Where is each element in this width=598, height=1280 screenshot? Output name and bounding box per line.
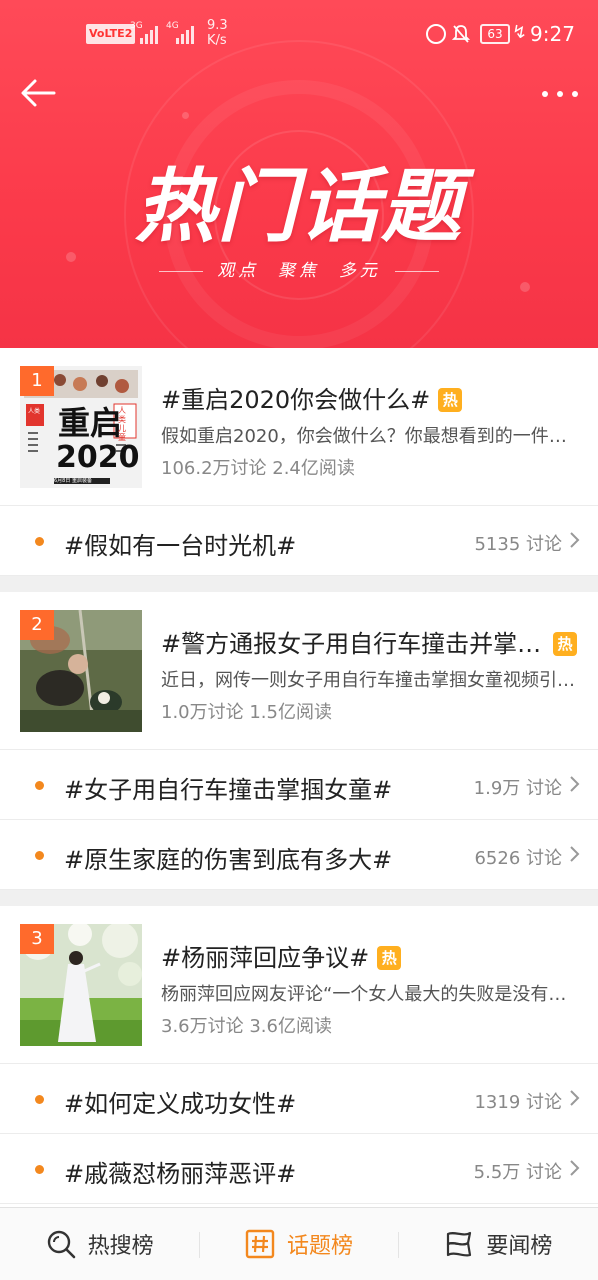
topic-title: #杨丽萍回应争议# 热 bbox=[161, 938, 581, 973]
back-button[interactable] bbox=[18, 72, 60, 114]
discussion-count: 5.5万 讨论 bbox=[473, 1162, 562, 1183]
arrow-left-icon bbox=[21, 79, 56, 107]
related-topic-item[interactable]: #如何定义成功女性# 1319 讨论 bbox=[0, 1064, 598, 1134]
topic-card[interactable]: 3 #杨丽萍回应争议# 热 杨丽萍回应网友评论“一个女人最大的失败是没有孩子” 3… bbox=[0, 906, 598, 1064]
topic-description: 近日，网传一则女子用自行车撞击掌掴女童视频引发关注 bbox=[161, 670, 581, 691]
tab-label: 话题榜 bbox=[286, 1234, 353, 1259]
poster-year: 2020 bbox=[56, 440, 140, 475]
dot-icon bbox=[542, 91, 548, 97]
bullet-dot bbox=[35, 1165, 44, 1174]
related-topic-label: #戚薇怼杨丽萍恶评# bbox=[64, 1160, 297, 1188]
chevron-right-icon bbox=[570, 532, 580, 548]
search-icon bbox=[47, 1230, 75, 1259]
tab-separator bbox=[199, 1232, 200, 1258]
signal-icon bbox=[176, 22, 194, 44]
related-topic-item[interactable]: #原生家庭的伤害到底有多大# 6526 讨论 bbox=[0, 820, 598, 890]
related-topic-item[interactable]: #女子用自行车撞击掌掴女童# 1.9万 讨论 bbox=[0, 750, 598, 820]
bullet-dot bbox=[35, 851, 44, 860]
status-bar: VoLTE2 3G 4G 9.3 K/s 63 ↯ 9:27 bbox=[0, 0, 598, 70]
bullet-dot bbox=[35, 1095, 44, 1104]
topic-title: #重启2020你会做什么# 热 bbox=[161, 380, 581, 415]
rank-badge: 2 bbox=[20, 610, 54, 640]
rank-badge: 3 bbox=[20, 924, 54, 954]
rank-badge: 1 bbox=[20, 366, 54, 396]
battery-indicator: 63 bbox=[480, 24, 510, 44]
page-title: 热门话题 bbox=[135, 160, 463, 253]
chevron-right-icon bbox=[570, 1090, 580, 1106]
poster-side-text: 人类儿童 bbox=[118, 406, 126, 442]
decor-dot bbox=[182, 112, 189, 119]
chevron-right-icon bbox=[570, 846, 580, 862]
poster-tag: 人类 bbox=[28, 408, 41, 415]
charging-icon: ↯ bbox=[512, 22, 528, 43]
related-topic-label: #原生家庭的伤害到底有多大# bbox=[64, 846, 393, 874]
discussion-count: 1.9万 讨论 bbox=[473, 778, 562, 799]
network-speed: 9.3 K/s bbox=[207, 18, 228, 48]
related-topic-label: #如何定义成功女性# bbox=[64, 1090, 297, 1118]
tab-news[interactable]: 要闻榜 bbox=[399, 1208, 598, 1280]
alarm-icon bbox=[426, 24, 446, 44]
chevron-right-icon bbox=[570, 1160, 580, 1176]
discussion-count: 5135 讨论 bbox=[474, 534, 562, 555]
discussion-count: 1319 讨论 bbox=[474, 1092, 562, 1113]
bottom-tab-bar: 热搜榜 话题榜 要闻榜 bbox=[0, 1207, 598, 1280]
topic-card[interactable]: 2 #警方通报女子用自行车撞击并掌掴女童#热 近日，网传一则女子用自行车撞击掌掴… bbox=[0, 592, 598, 750]
bullet-dot bbox=[35, 781, 44, 790]
related-topic-label: #假如有一台时光机# bbox=[64, 532, 297, 560]
topic-description: 假如重启2020，你会做什么？你最想看到的一件事是什么？ bbox=[161, 426, 581, 447]
discussion-count: 6526 讨论 bbox=[474, 848, 562, 869]
topic-thumbnail: 3 bbox=[20, 924, 142, 1046]
page-subtitle: 观点 聚焦 多元 bbox=[0, 256, 598, 281]
topic-thumbnail: 人类 重启 2020 人类儿童 6月8日 重启装备 1 bbox=[20, 366, 142, 488]
hot-badge: 热 bbox=[438, 388, 463, 412]
topic-description: 杨丽萍回应网友评论“一个女人最大的失败是没有孩子” bbox=[161, 984, 581, 1005]
tab-label: 热搜榜 bbox=[87, 1234, 154, 1259]
hashtag-icon bbox=[245, 1229, 275, 1259]
more-options-button[interactable] bbox=[540, 80, 580, 108]
dot-icon bbox=[572, 91, 578, 97]
topic-list: 人类 重启 2020 人类儿童 6月8日 重启装备 1 #重启2020你会做什么… bbox=[0, 348, 598, 1204]
related-topic-item[interactable]: #假如有一台时光机# 5135 讨论 bbox=[0, 506, 598, 576]
signal-icon bbox=[140, 22, 158, 44]
decor-dot bbox=[520, 282, 530, 292]
dot-icon bbox=[557, 91, 563, 97]
topic-stats: 106.2万讨论 2.4亿阅读 bbox=[161, 458, 355, 479]
topic-card[interactable]: 人类 重启 2020 人类儿童 6月8日 重启装备 1 #重启2020你会做什么… bbox=[0, 348, 598, 506]
tab-separator bbox=[398, 1232, 399, 1258]
chevron-right-icon bbox=[570, 776, 580, 792]
mute-bell-icon bbox=[452, 25, 470, 43]
volte-indicator: VoLTE2 bbox=[86, 24, 136, 44]
topic-thumbnail: 2 bbox=[20, 610, 142, 732]
related-topic-item[interactable]: #戚薇怼杨丽萍恶评# 5.5万 讨论 bbox=[0, 1134, 598, 1204]
tab-label: 要闻榜 bbox=[486, 1234, 553, 1259]
poster-footer: 6月8日 重启装备 bbox=[54, 478, 92, 484]
bullet-dot bbox=[35, 537, 44, 546]
poster-headline: 重启 bbox=[58, 404, 123, 442]
tab-topics[interactable]: 话题榜 bbox=[199, 1208, 398, 1280]
topic-title: #警方通报女子用自行车撞击并掌掴女童#热 bbox=[161, 624, 581, 659]
news-icon bbox=[447, 1231, 472, 1257]
section-divider bbox=[0, 576, 598, 592]
tab-hot-search[interactable]: 热搜榜 bbox=[0, 1208, 199, 1280]
hero-banner: VoLTE2 3G 4G 9.3 K/s 63 ↯ 9:27 热门话题 观点 聚焦… bbox=[0, 0, 598, 348]
hot-badge: 热 bbox=[553, 632, 577, 656]
topic-stats: 3.6万讨论 3.6亿阅读 bbox=[161, 1016, 332, 1037]
hot-badge: 热 bbox=[377, 946, 402, 970]
topic-stats: 1.0万讨论 1.5亿阅读 bbox=[161, 702, 332, 723]
related-topic-label: #女子用自行车撞击掌掴女童# bbox=[64, 776, 393, 804]
clock: 9:27 bbox=[530, 22, 575, 46]
section-divider bbox=[0, 890, 598, 906]
